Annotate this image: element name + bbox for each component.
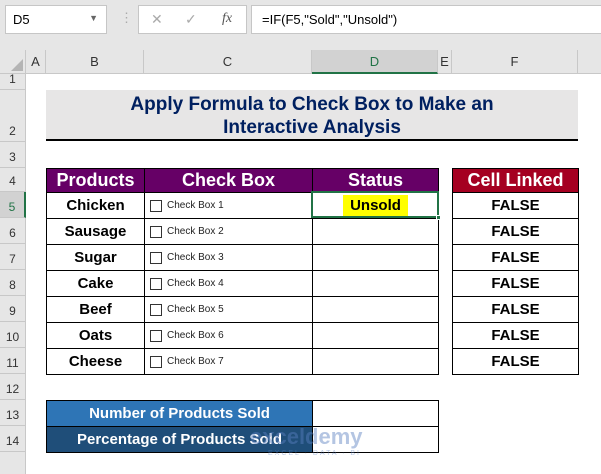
fill-handle[interactable] — [436, 215, 441, 220]
product-cell: Beef — [46, 296, 145, 323]
column-header-f[interactable]: F — [452, 50, 578, 74]
column-header-e[interactable]: E — [438, 50, 452, 74]
column-header-a[interactable]: A — [26, 50, 46, 74]
checkbox[interactable] — [150, 277, 162, 290]
title-line-1: Apply Formula to Check Box to Make an — [130, 94, 494, 115]
column-header-b[interactable]: B — [46, 50, 144, 74]
label-products-sold: Number of Products Sold — [46, 400, 313, 427]
value-percentage-sold[interactable] — [312, 426, 439, 453]
checkbox-cell: Check Box 7 — [144, 348, 313, 375]
title-line-2: Interactive Analysis — [223, 117, 401, 138]
row-header-13[interactable]: 13 — [0, 400, 26, 426]
checkbox-label[interactable]: Check Box 1 — [167, 200, 224, 211]
checkbox-label[interactable]: Check Box 3 — [167, 252, 224, 263]
checkbox-label[interactable]: Check Box 5 — [167, 304, 224, 315]
header-cell-linked: Cell Linked — [452, 168, 579, 193]
row-header-8[interactable]: 8 — [0, 270, 26, 296]
row-header-4[interactable]: 4 — [0, 168, 26, 192]
checkbox-label[interactable]: Check Box 4 — [167, 278, 224, 289]
product-cell: Oats — [46, 322, 145, 349]
status-cell[interactable] — [312, 270, 439, 297]
fx-icon[interactable]: fx — [222, 11, 232, 27]
header-products: Products — [46, 168, 145, 193]
chevron-down-icon[interactable]: ▼ — [89, 13, 98, 23]
checkbox-label[interactable]: Check Box 7 — [167, 356, 224, 367]
drag-handle-icon: ⋮ — [120, 10, 133, 25]
page-title: Apply Formula to Check Box to Make an In… — [46, 90, 578, 141]
select-all-corner[interactable] — [0, 50, 26, 74]
row-header-15 — [0, 452, 26, 474]
column-header-d[interactable]: D — [312, 50, 438, 74]
checkbox[interactable] — [150, 251, 162, 264]
formula-buttons: ✕ ✓ fx — [138, 5, 247, 34]
linked-cell: FALSE — [452, 244, 579, 271]
checkbox[interactable] — [150, 199, 162, 212]
linked-cell: FALSE — [452, 270, 579, 297]
value-products-sold[interactable] — [312, 400, 439, 427]
status-cell[interactable] — [312, 244, 439, 271]
checkbox-cell: Check Box 5 — [144, 296, 313, 323]
row-header-1[interactable]: 1 — [0, 72, 26, 90]
checkbox-cell: Check Box 1 — [144, 192, 313, 219]
linked-cell: FALSE — [452, 192, 579, 219]
row-header-9[interactable]: 9 — [0, 296, 26, 322]
header-status: Status — [312, 168, 439, 193]
row-header-11[interactable]: 11 — [0, 348, 26, 374]
linked-cell: FALSE — [452, 296, 579, 323]
checkbox-label[interactable]: Check Box 2 — [167, 226, 224, 237]
checkbox[interactable] — [150, 303, 162, 316]
cancel-icon[interactable]: ✕ — [151, 11, 163, 28]
row-header-12[interactable]: 12 — [0, 374, 26, 400]
product-cell: Cheese — [46, 348, 145, 375]
row-header-2[interactable]: 2 — [0, 90, 26, 142]
linked-cell: FALSE — [452, 322, 579, 349]
checkbox[interactable] — [150, 355, 162, 368]
status-cell[interactable] — [312, 322, 439, 349]
row-header-7[interactable]: 7 — [0, 244, 26, 270]
status-cell[interactable] — [312, 296, 439, 323]
row-header-14[interactable]: 14 — [0, 426, 26, 452]
row-header-5[interactable]: 5 — [0, 192, 26, 218]
label-percentage-sold: Percentage of Products Sold — [46, 426, 313, 453]
product-cell: Cake — [46, 270, 145, 297]
column-header-g[interactable] — [578, 50, 601, 74]
selected-cell-d5[interactable] — [311, 191, 441, 220]
status-cell[interactable] — [312, 218, 439, 245]
checkbox[interactable] — [150, 329, 162, 342]
status-cell[interactable] — [312, 348, 439, 375]
product-cell: Sugar — [46, 244, 145, 271]
row-header-3[interactable]: 3 — [0, 142, 26, 168]
checkbox-cell: Check Box 3 — [144, 244, 313, 271]
linked-cell: FALSE — [452, 218, 579, 245]
formula-input[interactable]: =IF(F5,"Sold","Unsold") — [251, 5, 601, 34]
checkbox[interactable] — [150, 225, 162, 238]
header-check-box: Check Box — [144, 168, 313, 193]
enter-icon[interactable]: ✓ — [185, 11, 197, 28]
name-box-value: D5 — [13, 12, 30, 27]
linked-cell: FALSE — [452, 348, 579, 375]
row-header-10[interactable]: 10 — [0, 322, 26, 348]
checkbox-cell: Check Box 2 — [144, 218, 313, 245]
column-header-c[interactable]: C — [144, 50, 312, 74]
name-box[interactable]: D5 ▼ — [5, 5, 107, 34]
checkbox-cell: Check Box 6 — [144, 322, 313, 349]
checkbox-cell: Check Box 4 — [144, 270, 313, 297]
product-cell: Sausage — [46, 218, 145, 245]
product-cell: Chicken — [46, 192, 145, 219]
checkbox-label[interactable]: Check Box 6 — [167, 330, 224, 341]
row-header-6[interactable]: 6 — [0, 218, 26, 244]
